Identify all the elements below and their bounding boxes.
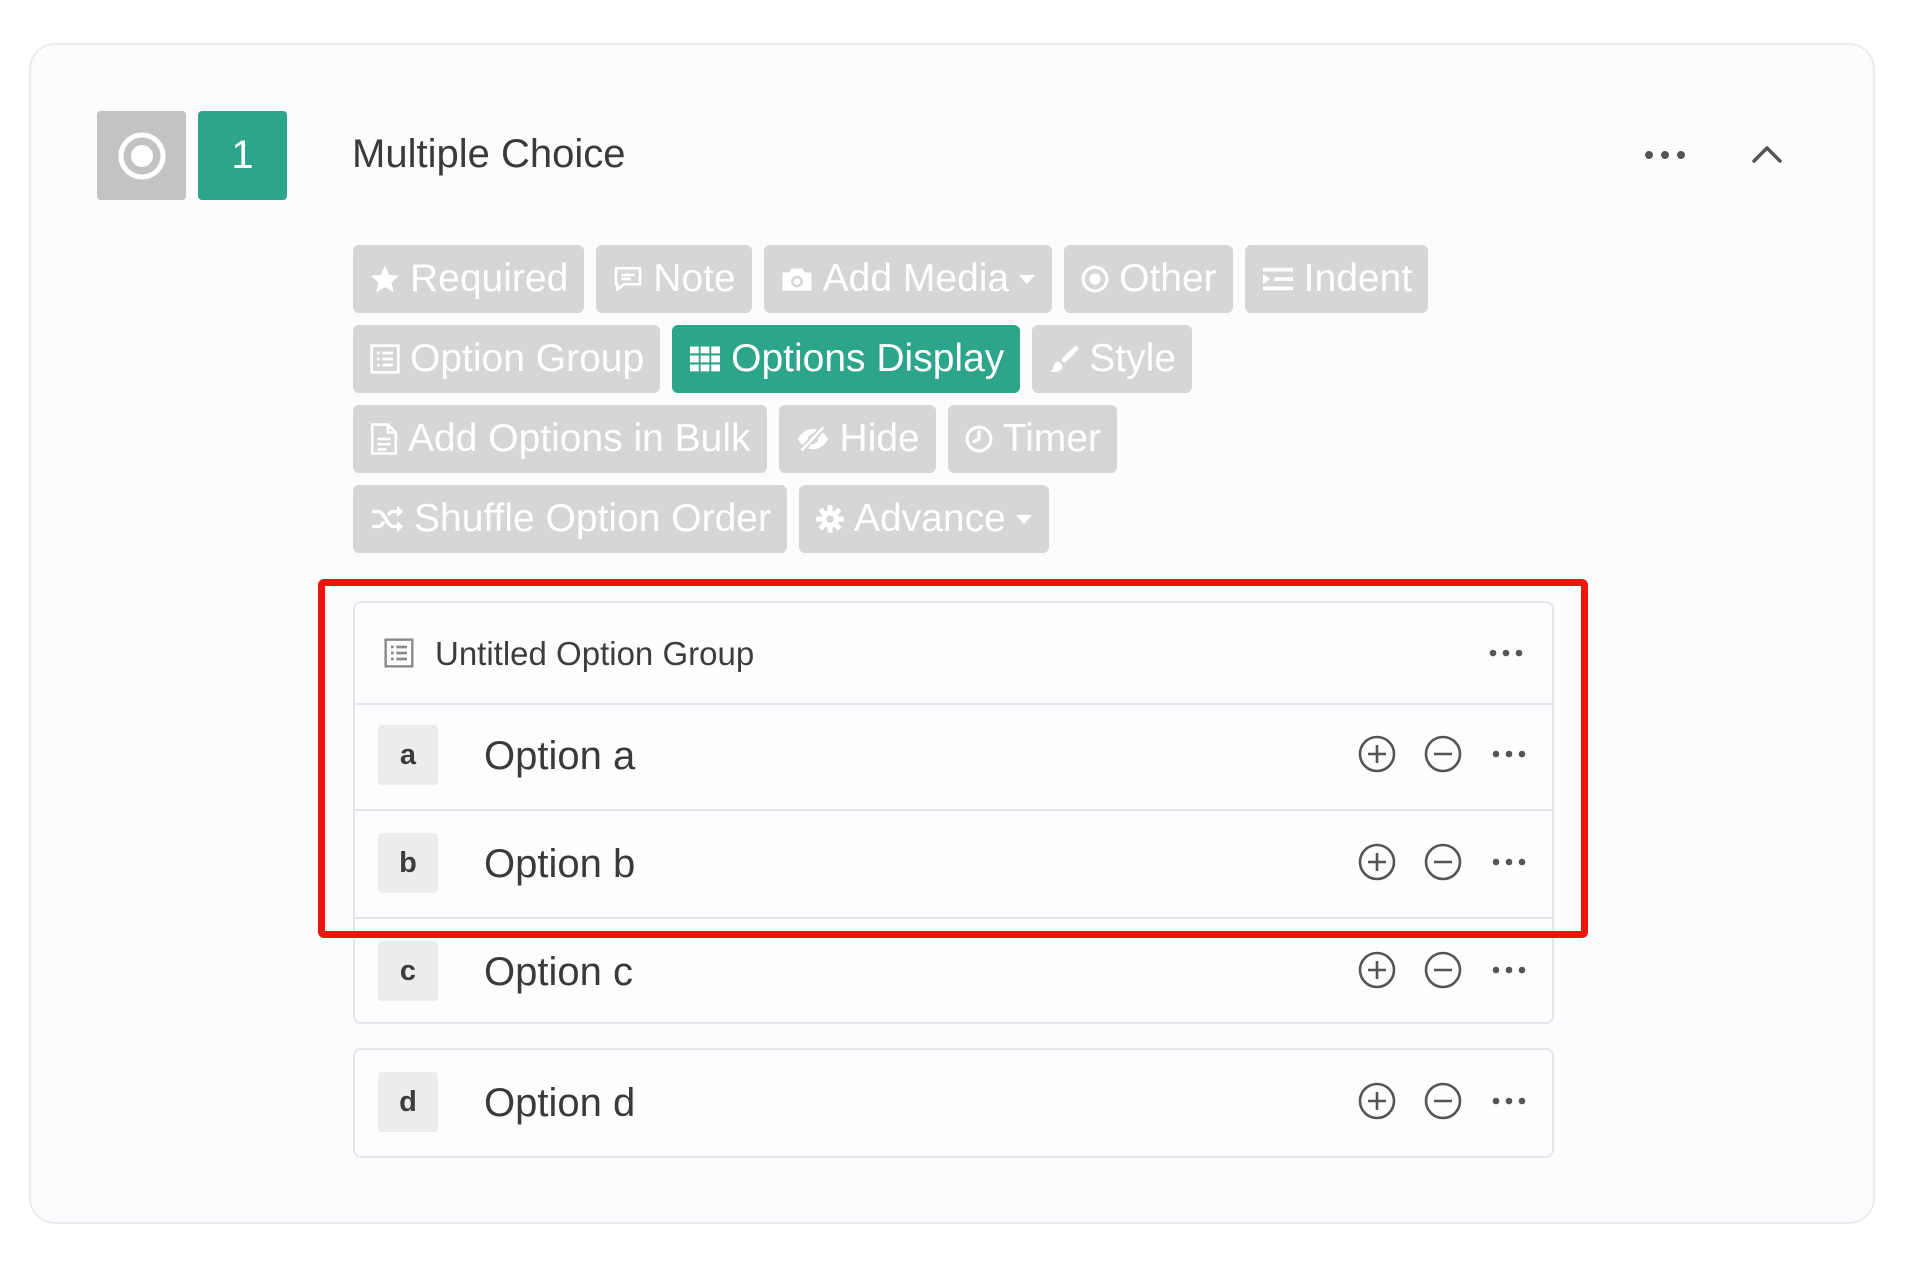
document-icon (370, 423, 398, 455)
toolbar-row-1: Required Note Add Media Other Indent (353, 245, 1429, 313)
question-type-icon (97, 111, 186, 200)
options-display-button[interactable]: Options Display (672, 325, 1021, 393)
toolbar-row-2: Option Group Options Display Style (353, 325, 1192, 393)
highlight-box (318, 579, 1588, 938)
indent-icon (1262, 267, 1293, 291)
question-title[interactable]: Multiple Choice (352, 130, 625, 178)
style-button[interactable]: Style (1032, 325, 1192, 393)
option-row-ungrouped: d Option d (353, 1048, 1554, 1158)
list-box-icon (370, 344, 400, 374)
question-number-badge: 1 (198, 111, 287, 200)
eye-slash-icon (797, 425, 828, 453)
option-letter: c (378, 941, 438, 1001)
advance-label: Advance (853, 497, 1006, 540)
toolbar-row-3: Add Options in Bulk Hide Timer (353, 405, 1117, 473)
more-horizontal-icon (1492, 966, 1526, 974)
style-label: Style (1089, 337, 1176, 380)
advance-button[interactable]: Advance (798, 485, 1049, 553)
option-group-label: Option Group (410, 337, 645, 380)
indent-label: Indent (1303, 257, 1413, 300)
remove-option-button[interactable] (1422, 949, 1464, 991)
timer-label: Timer (1002, 417, 1101, 460)
caret-down-icon (1015, 515, 1032, 524)
collapse-button[interactable] (1745, 132, 1789, 176)
clock-icon (965, 425, 993, 453)
comment-icon (614, 267, 642, 291)
grid-icon (690, 346, 721, 372)
add-options-bulk-button[interactable]: Add Options in Bulk (353, 405, 767, 473)
add-option-button[interactable] (1356, 1080, 1398, 1122)
required-label: Required (410, 257, 569, 300)
other-label: Other (1119, 257, 1217, 300)
indent-button[interactable]: Indent (1244, 245, 1429, 313)
gear-icon (816, 505, 844, 533)
caret-down-icon (1019, 275, 1036, 284)
option-more-button[interactable] (1488, 1080, 1530, 1122)
plus-circle-icon (1358, 951, 1396, 989)
add-media-label: Add Media (822, 257, 1010, 300)
option-label[interactable]: Option d (484, 1080, 635, 1126)
chevron-up-icon (1752, 146, 1782, 163)
more-horizontal-icon (1645, 151, 1685, 159)
note-button[interactable]: Note (596, 245, 752, 313)
question-more-button[interactable] (1640, 135, 1690, 175)
hide-label: Hide (839, 417, 920, 460)
minus-circle-icon (1424, 1082, 1462, 1120)
required-button[interactable]: Required (353, 245, 585, 313)
other-button[interactable]: Other (1064, 245, 1233, 313)
option-row: d Option d (355, 1050, 1552, 1156)
toolbar-row-4: Shuffle Option Order Advance (353, 485, 1049, 553)
timer-button[interactable]: Timer (947, 405, 1117, 473)
remove-option-button[interactable] (1422, 1080, 1464, 1122)
radio-dot-icon (1081, 265, 1109, 293)
more-horizontal-icon (1492, 1097, 1526, 1105)
option-label[interactable]: Option c (484, 949, 633, 995)
note-label: Note (653, 257, 736, 300)
options-display-label: Options Display (731, 337, 1005, 380)
minus-circle-icon (1424, 951, 1462, 989)
option-letter: d (378, 1072, 438, 1132)
radio-circle-icon (118, 132, 165, 179)
shuffle-icon (372, 505, 404, 533)
paintbrush-icon (1049, 345, 1079, 372)
add-options-bulk-label: Add Options in Bulk (408, 417, 751, 460)
hide-button[interactable]: Hide (778, 405, 936, 473)
add-option-button[interactable] (1356, 949, 1398, 991)
plus-circle-icon (1358, 1082, 1396, 1120)
star-icon (371, 265, 399, 293)
add-media-button[interactable]: Add Media (763, 245, 1053, 313)
option-group-button[interactable]: Option Group (353, 325, 661, 393)
option-more-button[interactable] (1488, 949, 1530, 991)
shuffle-option-order-button[interactable]: Shuffle Option Order (353, 485, 787, 553)
camera-icon (782, 268, 812, 291)
shuffle-option-order-label: Shuffle Option Order (414, 497, 771, 540)
